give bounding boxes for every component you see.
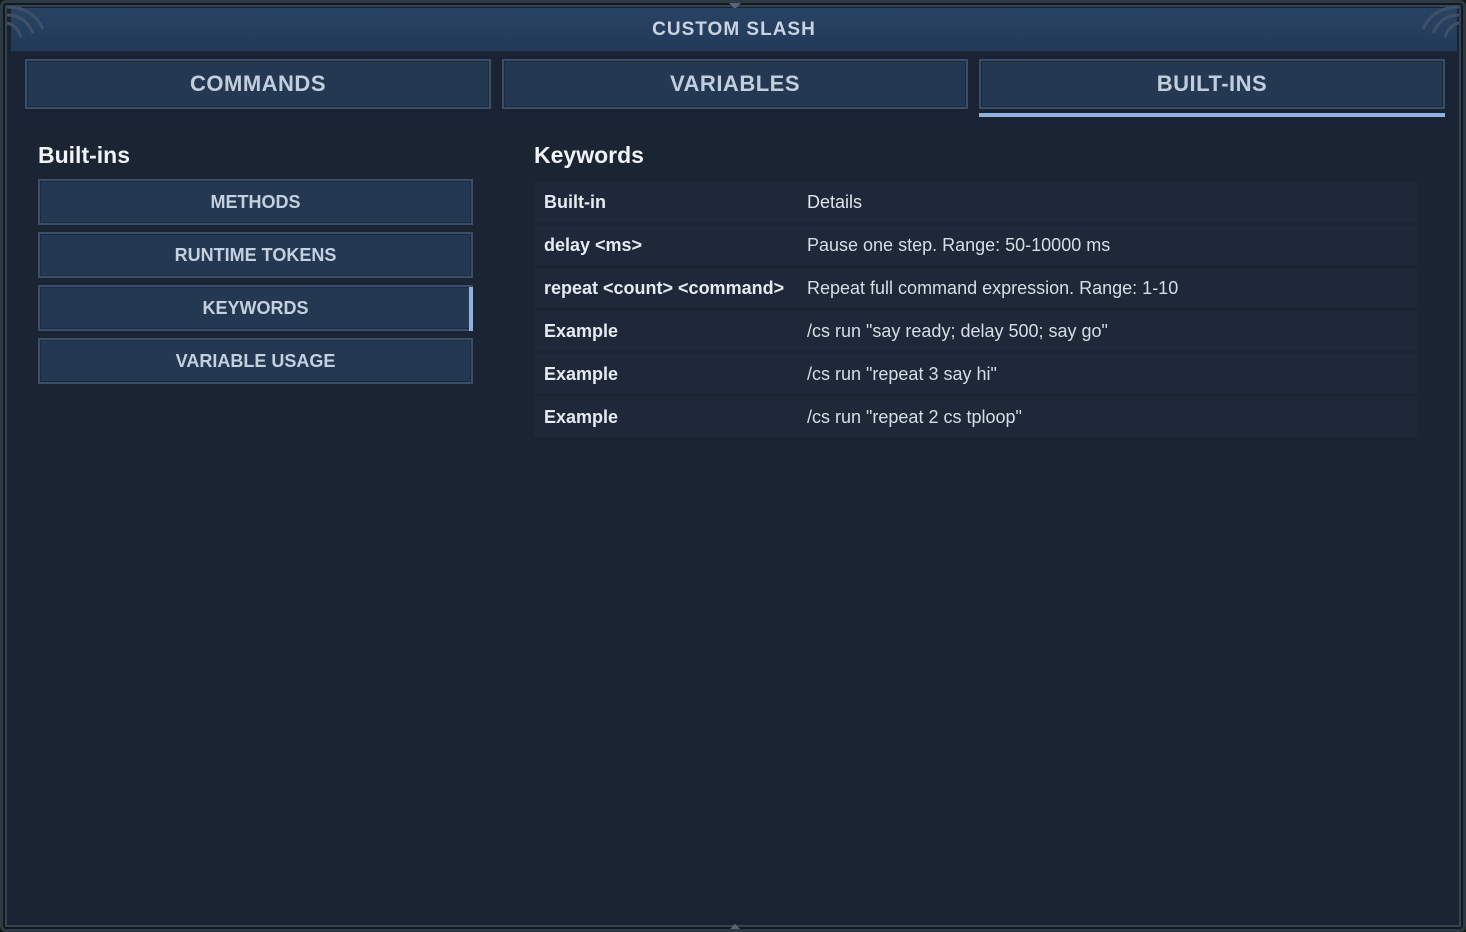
table-cell-details: Pause one step. Range: 50-10000 ms (807, 234, 1111, 255)
table-row: Example /cs run "say ready; delay 500; s… (534, 311, 1417, 351)
sidebar-item-variable-usage[interactable]: VARIABLE USAGE (38, 338, 473, 384)
table-row: repeat <count> <command> Repeat full com… (534, 268, 1417, 308)
table-header-details: Details (807, 191, 863, 212)
table-cell-built-in: repeat <count> <command> (544, 277, 785, 298)
table-cell-details: Repeat full command expression. Range: 1… (807, 277, 1179, 298)
sidebar-item-label: KEYWORDS (202, 297, 309, 318)
sidebar-item-runtime-tokens[interactable]: RUNTIME TOKENS (38, 232, 473, 278)
tab-variables[interactable]: VARIABLES (502, 59, 968, 109)
table-cell-details: /cs run "repeat 2 cs tploop" (807, 406, 1022, 427)
sidebar-item-label: VARIABLE USAGE (175, 350, 336, 371)
content-panel[interactable]: Keywords Built-in Details delay <ms> Pau… (513, 127, 1451, 917)
table-cell-built-in: Example (544, 406, 619, 427)
table-row: delay <ms> Pause one step. Range: 50-100… (534, 225, 1417, 265)
table-cell-built-in: Example (544, 363, 619, 384)
tab-label: VARIABLES (670, 71, 800, 96)
table-header-built-in: Built-in (544, 191, 606, 212)
table-cell-built-in: Example (544, 320, 619, 341)
tab-label: COMMANDS (190, 71, 326, 96)
content-title: Keywords (534, 142, 644, 168)
table-row: Example /cs run "repeat 2 cs tploop" (534, 397, 1417, 437)
active-item-indicator (469, 287, 473, 331)
sidebar-panel: Built-ins METHODS RUNTIME TOKENS KEYWORD… (17, 127, 504, 917)
window-title: CUSTOM SLASH (652, 18, 816, 40)
table-row: Example /cs run "repeat 3 say hi" (534, 354, 1417, 394)
title-bar[interactable]: CUSTOM SLASH (11, 8, 1457, 52)
sidebar-item-label: RUNTIME TOKENS (174, 244, 337, 265)
tab-built-ins[interactable]: BUILT-INS (979, 59, 1445, 117)
sidebar-item-label: METHODS (210, 191, 301, 212)
custom-slash-window: CUSTOM SLASH COMMANDS VARIABLES BUILT-IN… (0, 0, 1466, 932)
sidebar-item-keywords[interactable]: KEYWORDS (38, 285, 473, 331)
corner-ornament-left-icon (6, 5, 45, 38)
active-tab-indicator (979, 113, 1445, 117)
keywords-table: Built-in Details delay <ms> Pause one st… (534, 182, 1417, 440)
sidebar-item-methods[interactable]: METHODS (38, 179, 473, 225)
table-cell-details: /cs run "say ready; delay 500; say go" (807, 320, 1108, 341)
tab-commands[interactable]: COMMANDS (25, 59, 491, 109)
table-cell-details: /cs run "repeat 3 say hi" (807, 363, 997, 384)
window-bottom-notch (727, 923, 743, 929)
table-cell-built-in: delay <ms> (544, 234, 643, 255)
tab-label: BUILT-INS (1156, 71, 1268, 96)
corner-ornament-right-icon (1421, 5, 1460, 38)
main-tabs: COMMANDS VARIABLES BUILT-INS (25, 59, 1445, 119)
table-header-row: Built-in Details (534, 182, 1417, 222)
sidebar-title: Built-ins (38, 142, 130, 168)
